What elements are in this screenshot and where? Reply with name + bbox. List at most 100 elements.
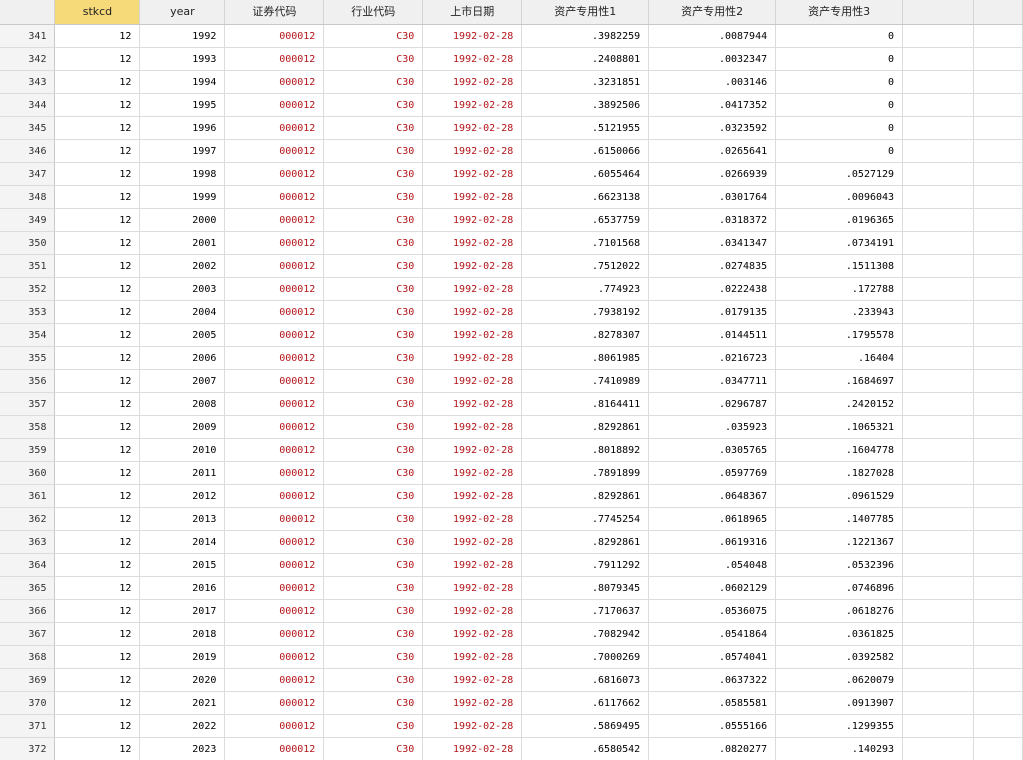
cell-listing-date[interactable]: 1992-02-28 xyxy=(422,208,523,232)
cell-asset-specificity-1[interactable]: .7891899 xyxy=(521,461,650,485)
cell-year[interactable]: 2008 xyxy=(139,392,226,416)
cell-asset-specificity-1[interactable]: .6117662 xyxy=(521,691,650,715)
cell-industry-code[interactable]: C30 xyxy=(323,553,424,577)
cell-security-code[interactable]: 000012 xyxy=(224,484,325,508)
cell-asset-specificity-1[interactable]: .6055464 xyxy=(521,162,650,186)
cell-industry-code[interactable]: C30 xyxy=(323,70,424,94)
cell-listing-date[interactable]: 1992-02-28 xyxy=(422,599,523,623)
cell-security-code[interactable]: 000012 xyxy=(224,277,325,301)
table-row[interactable]: 368 12 2019 000012 C30 1992-02-28.7000269.057… xyxy=(0,645,1023,669)
cell-security-code[interactable]: 000012 xyxy=(224,691,325,715)
cell-security-code[interactable]: 000012 xyxy=(224,208,325,232)
cell-security-code[interactable]: 000012 xyxy=(224,415,325,439)
cell-asset-specificity-2[interactable]: .0266939 xyxy=(648,162,777,186)
cell-listing-date[interactable]: 1992-02-28 xyxy=(422,185,523,209)
cell-listing-date[interactable]: 1992-02-28 xyxy=(422,323,523,347)
cell-stkcd[interactable]: 12 xyxy=(54,346,141,370)
cell-year[interactable]: 2010 xyxy=(139,438,226,462)
cell-asset-specificity-1[interactable]: .774923 xyxy=(521,277,650,301)
cell-year[interactable]: 2014 xyxy=(139,530,226,554)
empty-cell[interactable] xyxy=(902,530,974,554)
cell-industry-code[interactable]: C30 xyxy=(323,530,424,554)
column-header-empty[interactable] xyxy=(973,0,1023,25)
empty-cell[interactable] xyxy=(973,24,1023,48)
empty-cell[interactable] xyxy=(973,392,1023,416)
cell-asset-specificity-2[interactable]: .0216723 xyxy=(648,346,777,370)
cell-security-code[interactable]: 000012 xyxy=(224,668,325,692)
table-row[interactable]: 352 12 2003 000012 C30 1992-02-28.774923.0222… xyxy=(0,277,1023,301)
table-row[interactable]: 363 12 2014 000012 C30 1992-02-28.8292861.061… xyxy=(0,530,1023,554)
cell-stkcd[interactable]: 12 xyxy=(54,162,141,186)
cell-year[interactable]: 2011 xyxy=(139,461,226,485)
cell-listing-date[interactable]: 1992-02-28 xyxy=(422,369,523,393)
row-number[interactable]: 371 xyxy=(0,714,56,738)
row-number[interactable]: 360 xyxy=(0,461,56,485)
cell-asset-specificity-1[interactable]: .6580542 xyxy=(521,737,650,760)
row-number[interactable]: 369 xyxy=(0,668,56,692)
row-number[interactable]: 343 xyxy=(0,70,56,94)
cell-year[interactable]: 2001 xyxy=(139,231,226,255)
cell-security-code[interactable]: 000012 xyxy=(224,576,325,600)
table-row[interactable]: 358 12 2009 000012 C30 1992-02-28.8292861.035… xyxy=(0,415,1023,439)
cell-year[interactable]: 2021 xyxy=(139,691,226,715)
cell-security-code[interactable]: 000012 xyxy=(224,47,325,71)
row-number[interactable]: 349 xyxy=(0,208,56,232)
empty-cell[interactable] xyxy=(902,323,974,347)
table-row[interactable]: 365 12 2016 000012 C30 1992-02-28.8079345.060… xyxy=(0,576,1023,600)
row-number[interactable]: 341 xyxy=(0,24,56,48)
cell-asset-specificity-3[interactable]: .0734191 xyxy=(775,231,904,255)
cell-industry-code[interactable]: C30 xyxy=(323,622,424,646)
cell-asset-specificity-3[interactable]: .0361825 xyxy=(775,622,904,646)
cell-asset-specificity-1[interactable]: .8292861 xyxy=(521,415,650,439)
cell-year[interactable]: 1992 xyxy=(139,24,226,48)
cell-industry-code[interactable]: C30 xyxy=(323,737,424,760)
cell-asset-specificity-3[interactable]: .0392582 xyxy=(775,645,904,669)
cell-asset-specificity-1[interactable]: .2408801 xyxy=(521,47,650,71)
empty-cell[interactable] xyxy=(973,208,1023,232)
empty-cell[interactable] xyxy=(973,599,1023,623)
cell-asset-specificity-3[interactable]: .1299355 xyxy=(775,714,904,738)
cell-stkcd[interactable]: 12 xyxy=(54,691,141,715)
cell-year[interactable]: 2005 xyxy=(139,323,226,347)
cell-security-code[interactable]: 000012 xyxy=(224,185,325,209)
cell-asset-specificity-3[interactable]: .1065321 xyxy=(775,415,904,439)
cell-stkcd[interactable]: 12 xyxy=(54,369,141,393)
cell-asset-specificity-1[interactable]: .8278307 xyxy=(521,323,650,347)
cell-security-code[interactable]: 000012 xyxy=(224,553,325,577)
empty-cell[interactable] xyxy=(902,714,974,738)
cell-asset-specificity-2[interactable]: .0301764 xyxy=(648,185,777,209)
cell-year[interactable]: 1993 xyxy=(139,47,226,71)
empty-cell[interactable] xyxy=(902,24,974,48)
empty-cell[interactable] xyxy=(902,369,974,393)
cell-listing-date[interactable]: 1992-02-28 xyxy=(422,438,523,462)
column-header-industry-code[interactable]: 行业代码 xyxy=(323,0,424,25)
cell-asset-specificity-2[interactable]: .0585581 xyxy=(648,691,777,715)
empty-cell[interactable] xyxy=(902,461,974,485)
cell-listing-date[interactable]: 1992-02-28 xyxy=(422,139,523,163)
cell-year[interactable]: 1995 xyxy=(139,93,226,117)
cell-asset-specificity-1[interactable]: .8164411 xyxy=(521,392,650,416)
cell-stkcd[interactable]: 12 xyxy=(54,24,141,48)
cell-asset-specificity-1[interactable]: .7000269 xyxy=(521,645,650,669)
cell-listing-date[interactable]: 1992-02-28 xyxy=(422,70,523,94)
cell-asset-specificity-1[interactable]: .6537759 xyxy=(521,208,650,232)
cell-asset-specificity-2[interactable]: .0222438 xyxy=(648,277,777,301)
empty-cell[interactable] xyxy=(973,116,1023,140)
cell-listing-date[interactable]: 1992-02-28 xyxy=(422,691,523,715)
row-number[interactable]: 353 xyxy=(0,300,56,324)
cell-security-code[interactable]: 000012 xyxy=(224,93,325,117)
cell-asset-specificity-3[interactable]: 0 xyxy=(775,139,904,163)
cell-stkcd[interactable]: 12 xyxy=(54,254,141,278)
cell-asset-specificity-3[interactable]: .1407785 xyxy=(775,507,904,531)
cell-listing-date[interactable]: 1992-02-28 xyxy=(422,461,523,485)
column-header-stkcd[interactable]: stkcd xyxy=(54,0,141,25)
cell-asset-specificity-1[interactable]: .5869495 xyxy=(521,714,650,738)
cell-asset-specificity-2[interactable]: .0648367 xyxy=(648,484,777,508)
cell-stkcd[interactable]: 12 xyxy=(54,323,141,347)
cell-stkcd[interactable]: 12 xyxy=(54,507,141,531)
cell-security-code[interactable]: 000012 xyxy=(224,507,325,531)
row-number[interactable]: 348 xyxy=(0,185,56,209)
cell-asset-specificity-2[interactable]: .054048 xyxy=(648,553,777,577)
empty-cell[interactable] xyxy=(973,622,1023,646)
table-row[interactable]: 362 12 2013 000012 C30 1992-02-28.7745254.061… xyxy=(0,507,1023,531)
